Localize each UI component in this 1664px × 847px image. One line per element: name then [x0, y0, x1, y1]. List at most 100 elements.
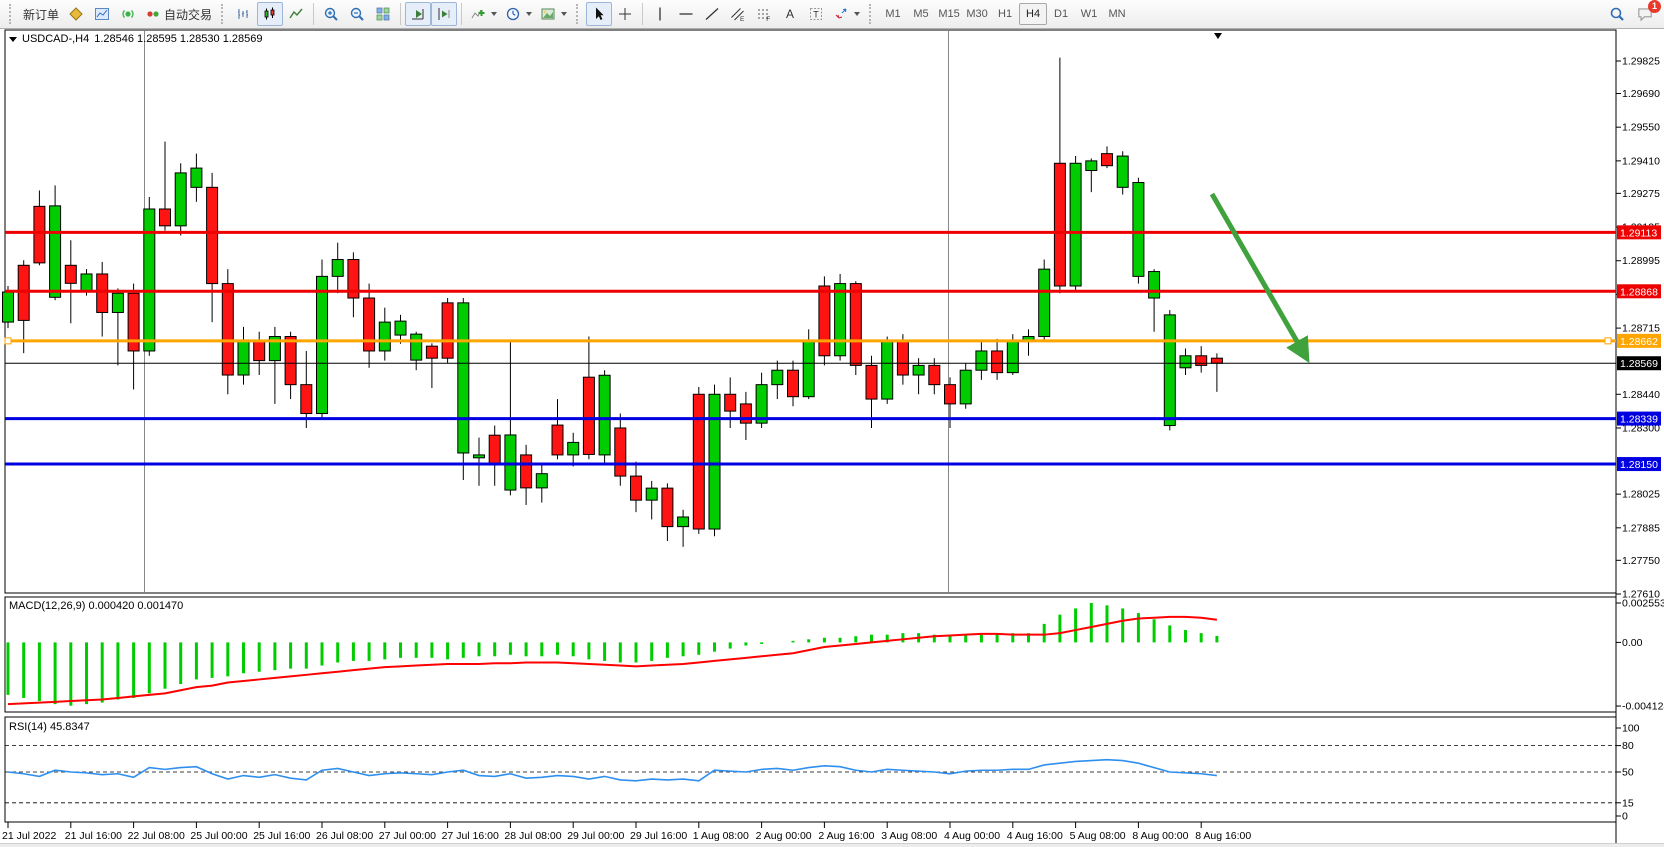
svg-text:1.29825: 1.29825	[1622, 56, 1660, 68]
bear-candle	[992, 351, 1003, 373]
svg-text:3 Aug 08:00: 3 Aug 08:00	[881, 830, 937, 842]
zoom-out-button[interactable]	[344, 2, 370, 26]
timeframe-button-h1[interactable]: H1	[991, 3, 1019, 25]
zoom-in-button[interactable]	[318, 2, 344, 26]
bear-candle	[693, 394, 704, 529]
timeframe-button-w1[interactable]: W1	[1075, 3, 1103, 25]
toolbar-grip	[869, 4, 874, 24]
fibonacci-button[interactable]: F	[751, 2, 777, 26]
vline-icon	[652, 6, 668, 22]
indicators-button[interactable]	[466, 2, 501, 26]
line-handle[interactable]	[5, 338, 11, 344]
crosshair-button[interactable]	[612, 2, 638, 26]
bear-candle	[788, 370, 799, 396]
dropdown-caret-icon[interactable]	[854, 12, 860, 16]
auto-scroll-button[interactable]	[405, 2, 431, 26]
timeframe-button-h4[interactable]: H4	[1019, 3, 1047, 25]
new-order-button[interactable]: 新订单	[19, 2, 63, 26]
autotrading-button[interactable]: 自动交易	[141, 2, 216, 26]
cursor-button[interactable]	[586, 2, 612, 26]
svg-text:4 Aug 00:00: 4 Aug 00:00	[944, 830, 1000, 842]
macd-pane[interactable]	[5, 597, 1616, 712]
text-label-button[interactable]: T	[803, 2, 829, 26]
symbol-dropdown-icon[interactable]	[9, 37, 17, 42]
chart-window-icon-button[interactable]	[89, 2, 115, 26]
bear-candle	[583, 377, 594, 454]
vertical-line-button[interactable]	[647, 2, 673, 26]
bull-candle	[803, 341, 814, 396]
bear-candle	[631, 476, 642, 500]
svg-text:T: T	[813, 10, 819, 20]
bull-candle	[709, 394, 720, 529]
bull-candle	[913, 365, 924, 375]
chart-shift-button[interactable]	[431, 2, 457, 26]
bear-candle	[489, 435, 500, 465]
bull-candle	[882, 341, 893, 399]
dropdown-caret-icon[interactable]	[491, 12, 497, 16]
bull-candle	[1117, 156, 1128, 187]
timeframe-button-mn[interactable]: MN	[1103, 3, 1131, 25]
bear-candle	[552, 425, 563, 455]
svg-text:25 Jul 16:00: 25 Jul 16:00	[253, 830, 310, 842]
horizontal-line-button[interactable]	[673, 2, 699, 26]
bull-candle	[1070, 163, 1081, 286]
candles-icon	[262, 6, 278, 22]
arrows-button[interactable]	[829, 2, 864, 26]
glyph-icon: A	[782, 6, 798, 22]
bull-candle	[144, 209, 155, 351]
search-icon	[1609, 6, 1625, 22]
indicators-icon	[470, 6, 486, 22]
chat-button[interactable]: 1	[1636, 5, 1654, 23]
timeframe-button-m15[interactable]: M15	[935, 3, 963, 25]
bear-candle	[34, 206, 45, 263]
rsi-pane[interactable]	[5, 717, 1616, 822]
candlestick-chart-button[interactable]	[257, 2, 283, 26]
bull-candle	[1133, 183, 1144, 277]
svg-text:4 Aug 16:00: 4 Aug 16:00	[1007, 830, 1063, 842]
svg-text:1.28339: 1.28339	[1620, 414, 1658, 426]
bull-candle	[411, 334, 422, 360]
bear-candle	[1196, 356, 1207, 366]
bear-candle	[929, 365, 940, 384]
bear-candle	[1054, 163, 1065, 286]
timeframe-button-d1[interactable]: D1	[1047, 3, 1075, 25]
bear-candle	[521, 455, 532, 488]
search-button[interactable]	[1604, 2, 1630, 26]
line-handle[interactable]	[1605, 338, 1611, 344]
new-order-button-label: 新订单	[23, 6, 59, 23]
dropdown-caret-icon[interactable]	[526, 12, 532, 16]
fibo-icon: F	[756, 6, 772, 22]
tiles-icon	[375, 6, 391, 22]
toolbar-grip	[576, 4, 581, 24]
timeframe-button-m1[interactable]: M1	[879, 3, 907, 25]
line-chart-button[interactable]	[283, 2, 309, 26]
periods-button[interactable]	[501, 2, 536, 26]
bull-candle	[1180, 356, 1191, 368]
text-button[interactable]: A	[777, 2, 803, 26]
symbols-icon-button[interactable]	[63, 2, 89, 26]
svg-text:1.29550: 1.29550	[1622, 122, 1660, 134]
templates-button[interactable]	[536, 2, 571, 26]
crosshair-icon	[617, 6, 633, 22]
trendline-button[interactable]	[699, 2, 725, 26]
tile-windows-button[interactable]	[370, 2, 396, 26]
zoom-out-icon	[349, 6, 365, 22]
bear-candle	[222, 284, 233, 375]
dropdown-caret-icon[interactable]	[561, 12, 567, 16]
bull-candle	[678, 517, 689, 527]
toolbar-separator	[313, 3, 314, 25]
bear-candle	[725, 394, 736, 411]
chart-canvas[interactable]: 1.298251.296901.295501.294101.292751.291…	[0, 0, 1664, 847]
timeframe-button-m5[interactable]: M5	[907, 3, 935, 25]
bull-candle	[772, 370, 783, 384]
autotrade-icon	[145, 6, 161, 22]
bar-chart-button[interactable]	[231, 2, 257, 26]
main-chart-pane[interactable]	[5, 30, 1616, 593]
bull-candle	[568, 442, 579, 455]
sound-icon-button[interactable]	[115, 2, 141, 26]
channel-button[interactable]: E	[725, 2, 751, 26]
template-icon	[540, 6, 556, 22]
svg-text:25 Jul 00:00: 25 Jul 00:00	[190, 830, 247, 842]
svg-text:1.28715: 1.28715	[1622, 323, 1660, 335]
timeframe-button-m30[interactable]: M30	[963, 3, 991, 25]
